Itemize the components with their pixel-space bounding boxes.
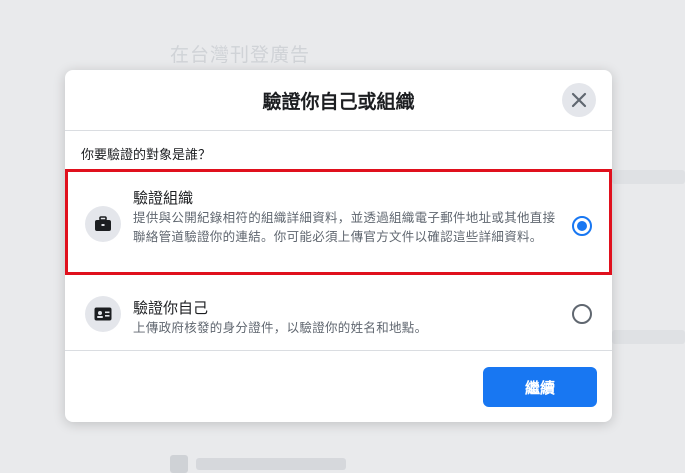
option-verify-self[interactable]: 驗證你自己 上傳政府核發的身分證件，以驗證你的姓名和地點。 (65, 280, 612, 350)
background-placeholder (612, 330, 685, 344)
verify-question: 你要驗證的對象是誰？ (81, 148, 212, 163)
continue-button[interactable]: 繼續 (483, 367, 597, 407)
option-title: 驗證你自己 (133, 299, 209, 317)
radio-verify-organization[interactable] (572, 216, 592, 236)
footer-divider (65, 350, 612, 351)
dialog-header: 驗證你自己或組織 (65, 70, 612, 131)
option-text: 驗證組織 提供與公開紀錄相符的組織詳細資料，並透過組織電子郵件地址或其他直接聯絡… (133, 188, 563, 246)
option-verify-organization[interactable]: 驗證組織 提供與公開紀錄相符的組織詳細資料，並透過組織電子郵件地址或其他直接聯絡… (65, 168, 612, 276)
verify-dialog: 驗證你自己或組織 你要驗證的對象是誰？ 驗證組織 提供與公開紀錄相符的組織詳細資… (65, 70, 612, 422)
background-item (170, 455, 350, 473)
background-icon (170, 455, 188, 473)
background-placeholder (612, 170, 685, 184)
background-page-title: 在台灣刊登廣告 (170, 44, 311, 66)
radio-selected-dot (577, 221, 587, 231)
close-button[interactable] (562, 83, 596, 117)
option-text: 驗證你自己 上傳政府核發的身分證件，以驗證你的姓名和地點。 (133, 298, 563, 337)
option-description: 上傳政府核發的身分證件，以驗證你的姓名和地點。 (133, 320, 428, 335)
option-icon-circle (85, 206, 121, 242)
close-icon (571, 92, 587, 108)
id-card-icon (94, 307, 112, 321)
option-title: 驗證組織 (133, 189, 194, 207)
option-icon-circle (85, 296, 121, 332)
option-description: 提供與公開紀錄相符的組織詳細資料，並透過組織電子郵件地址或其他直接聯絡管道驗證你… (133, 210, 556, 244)
briefcase-icon (95, 216, 111, 231)
radio-verify-self[interactable] (572, 304, 592, 324)
dialog-title: 驗證你自己或組織 (262, 90, 415, 113)
background-text-placeholder (196, 458, 346, 470)
